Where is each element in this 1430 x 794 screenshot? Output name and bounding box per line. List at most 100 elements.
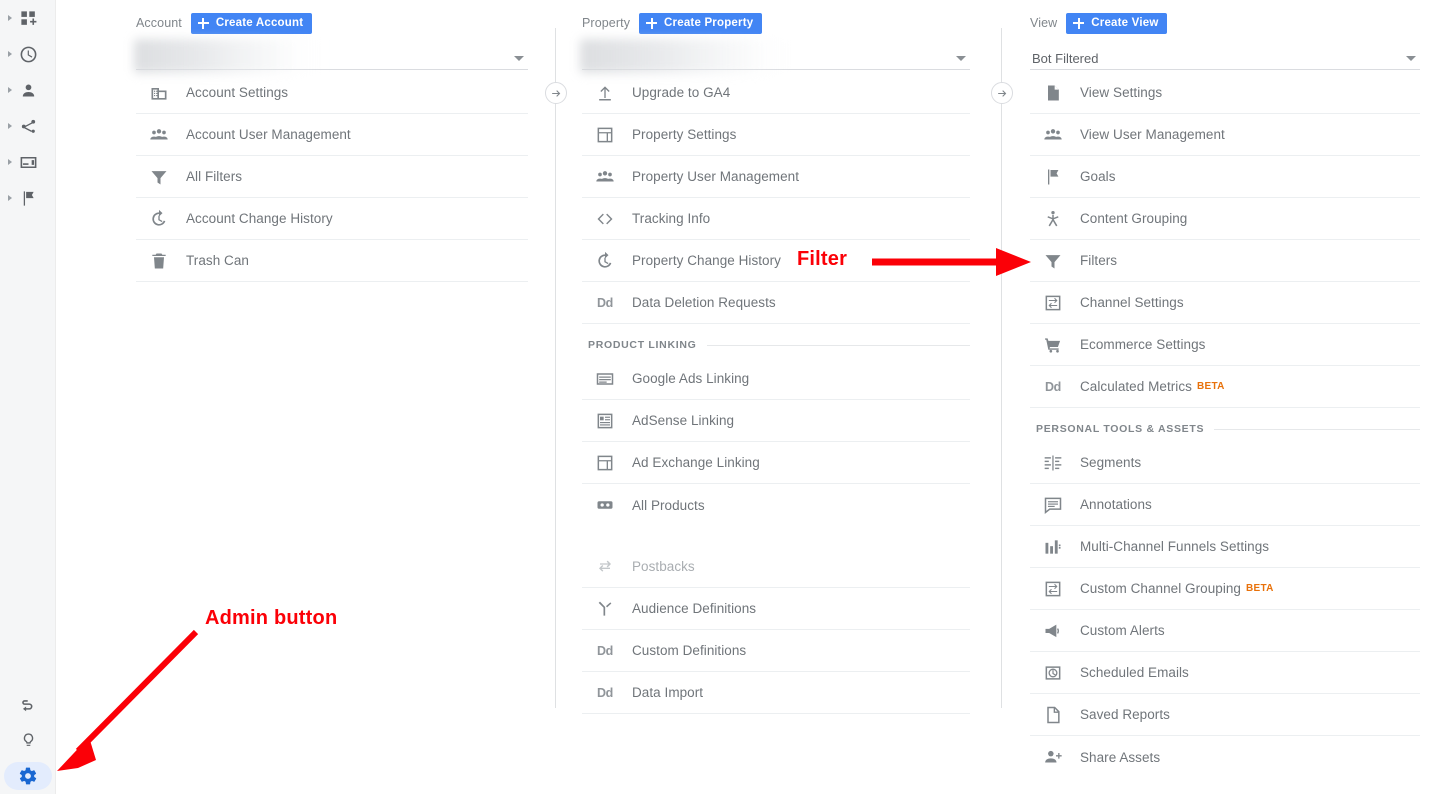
menu-item-multi-channel-funnels-settings[interactable]: Multi-Channel Funnels Settings [1030, 526, 1420, 568]
postbacks-icon [594, 556, 616, 578]
menu-item-account-settings[interactable]: Account Settings [136, 72, 528, 114]
section-label: PERSONAL TOOLS & ASSETS [1036, 423, 1205, 435]
all-products-icon [594, 494, 616, 516]
menu-item-channel-settings[interactable]: Channel Settings [1030, 282, 1420, 324]
menu-item-calculated-metrics[interactable]: Dd Calculated Metrics BETA [1030, 366, 1420, 408]
menu-item-label: All Products [632, 497, 705, 513]
plus-icon [197, 17, 209, 29]
menu-item-property-change-history[interactable]: Property Change History [582, 240, 970, 282]
rail-item-behavior[interactable] [0, 144, 56, 180]
section-rule [706, 344, 970, 346]
menu-item-label: Data Import [632, 685, 704, 700]
menu-item-data-import[interactable]: Dd Data Import [582, 672, 970, 714]
arrow-right-circle-icon[interactable] [545, 82, 567, 104]
menu-item-saved-reports[interactable]: Saved Reports [1030, 694, 1420, 736]
section-label: PRODUCT LINKING [588, 339, 697, 351]
menu-item-data-deletion-requests[interactable]: Dd Data Deletion Requests [582, 282, 970, 324]
person-icon [18, 80, 38, 100]
document-icon [1042, 82, 1064, 104]
menu-item-audience-definitions[interactable]: Audience Definitions [582, 588, 970, 630]
view-selector-value: Bot Filtered [1032, 51, 1099, 66]
expand-caret-icon [8, 15, 12, 21]
menu-item-label: Scheduled Emails [1080, 665, 1189, 680]
menu-item-all-products[interactable]: All Products [582, 484, 970, 526]
menu-gap [582, 526, 970, 546]
menu-item-label: Upgrade to GA4 [632, 85, 731, 100]
bars-icon [1042, 536, 1064, 558]
property-selector[interactable] [580, 39, 970, 73]
rail-item-conversions[interactable] [0, 180, 56, 216]
menu-item-share-assets[interactable]: Share Assets [1030, 736, 1420, 778]
account-column-header: Account Create Account [136, 0, 528, 34]
chevron-down-icon [514, 56, 524, 61]
menu-item-content-grouping[interactable]: Content Grouping [1030, 198, 1420, 240]
menu-item-label: Account User Management [186, 127, 351, 142]
rail-item-discover[interactable] [0, 722, 56, 758]
menu-item-property-settings[interactable]: Property Settings [582, 114, 970, 156]
dd-icon: Dd [596, 685, 614, 700]
funnel-icon [148, 166, 170, 188]
beta-badge: BETA [1246, 583, 1274, 594]
rail-item-customization[interactable] [0, 0, 56, 36]
menu-item-label: Custom Definitions [632, 643, 747, 658]
path-icon [18, 696, 38, 716]
expand-caret-icon [8, 159, 12, 165]
expand-caret-icon [8, 195, 12, 201]
menu-item-custom-definitions[interactable]: Dd Custom Definitions [582, 630, 970, 672]
filter-annotation-label: Filter [797, 248, 848, 270]
menu-item-label: Postbacks [632, 559, 695, 574]
create-view-button[interactable]: Create View [1066, 12, 1168, 34]
layout-icon [594, 124, 616, 146]
arrow-right-circle-icon[interactable] [991, 82, 1013, 104]
gear-icon[interactable] [18, 766, 38, 786]
menu-item-filters[interactable]: Filters [1030, 240, 1420, 282]
menu-item-trash-can[interactable]: Trash Can [136, 240, 528, 282]
bulb-icon [18, 730, 38, 750]
menu-item-scheduled-emails[interactable]: Scheduled Emails [1030, 652, 1420, 694]
menu-item-goals[interactable]: Goals [1030, 156, 1420, 198]
menu-item-label: Saved Reports [1080, 707, 1170, 722]
menu-item-view-settings[interactable]: View Settings [1030, 72, 1420, 114]
menu-item-all-filters[interactable]: All Filters [136, 156, 528, 198]
card-icon [18, 152, 38, 172]
menu-item-custom-channel-grouping[interactable]: Custom Channel Grouping BETA [1030, 568, 1420, 610]
account-label: Account [136, 16, 182, 30]
menu-item-property-user-management[interactable]: Property User Management [582, 156, 970, 198]
menu-item-segments[interactable]: Segments [1030, 442, 1420, 484]
view-selector[interactable]: Bot Filtered [1030, 42, 1420, 70]
rail-item-realtime[interactable] [0, 36, 56, 72]
menu-item-label: Filters [1080, 253, 1118, 268]
menu-item-google-ads-linking[interactable]: Google Ads Linking [582, 358, 970, 400]
menu-item-custom-alerts[interactable]: Custom Alerts [1030, 610, 1420, 652]
menu-item-label: Google Ads Linking [632, 371, 750, 386]
menu-item-label: Property Change History [632, 253, 781, 268]
column-divider-2 [1001, 28, 1002, 708]
flag-icon [1042, 166, 1064, 188]
channel-icon [1042, 578, 1064, 600]
account-selector[interactable] [134, 39, 528, 73]
create-property-button[interactable]: Create Property [639, 12, 763, 34]
plus-icon [646, 17, 658, 29]
menu-item-tracking-info[interactable]: Tracking Info [582, 198, 970, 240]
menu-item-ad-exchange-linking[interactable]: Ad Exchange Linking [582, 442, 970, 484]
rail-item-audience[interactable] [0, 72, 56, 108]
create-account-button[interactable]: Create Account [190, 12, 313, 34]
menu-item-label: Content Grouping [1080, 211, 1188, 226]
menu-item-annotations[interactable]: Annotations [1030, 484, 1420, 526]
alarm-icon [1042, 662, 1064, 684]
rail-item-acquisition[interactable] [0, 108, 56, 144]
menu-item-account-change-history[interactable]: Account Change History [136, 198, 528, 240]
menu-item-ecommerce-settings[interactable]: Ecommerce Settings [1030, 324, 1420, 366]
beta-badge: BETA [1196, 381, 1225, 392]
person-add-icon [1042, 746, 1064, 768]
menu-item-view-user-management[interactable]: View User Management [1030, 114, 1420, 156]
menu-item-postbacks[interactable]: Postbacks [582, 546, 970, 588]
create-account-label: Create Account [215, 17, 304, 29]
account-column: Account Create Account Account Settings [134, 0, 528, 282]
account-menu: Account Settings Account User Management… [136, 72, 528, 282]
rail-item-attribution[interactable] [0, 688, 56, 724]
menu-item-upgrade-to-ga4[interactable]: Upgrade to GA4 [582, 72, 970, 114]
menu-item-account-user-management[interactable]: Account User Management [136, 114, 528, 156]
menu-item-label: Audience Definitions [632, 601, 757, 616]
menu-item-adsense-linking[interactable]: AdSense Linking [582, 400, 970, 442]
